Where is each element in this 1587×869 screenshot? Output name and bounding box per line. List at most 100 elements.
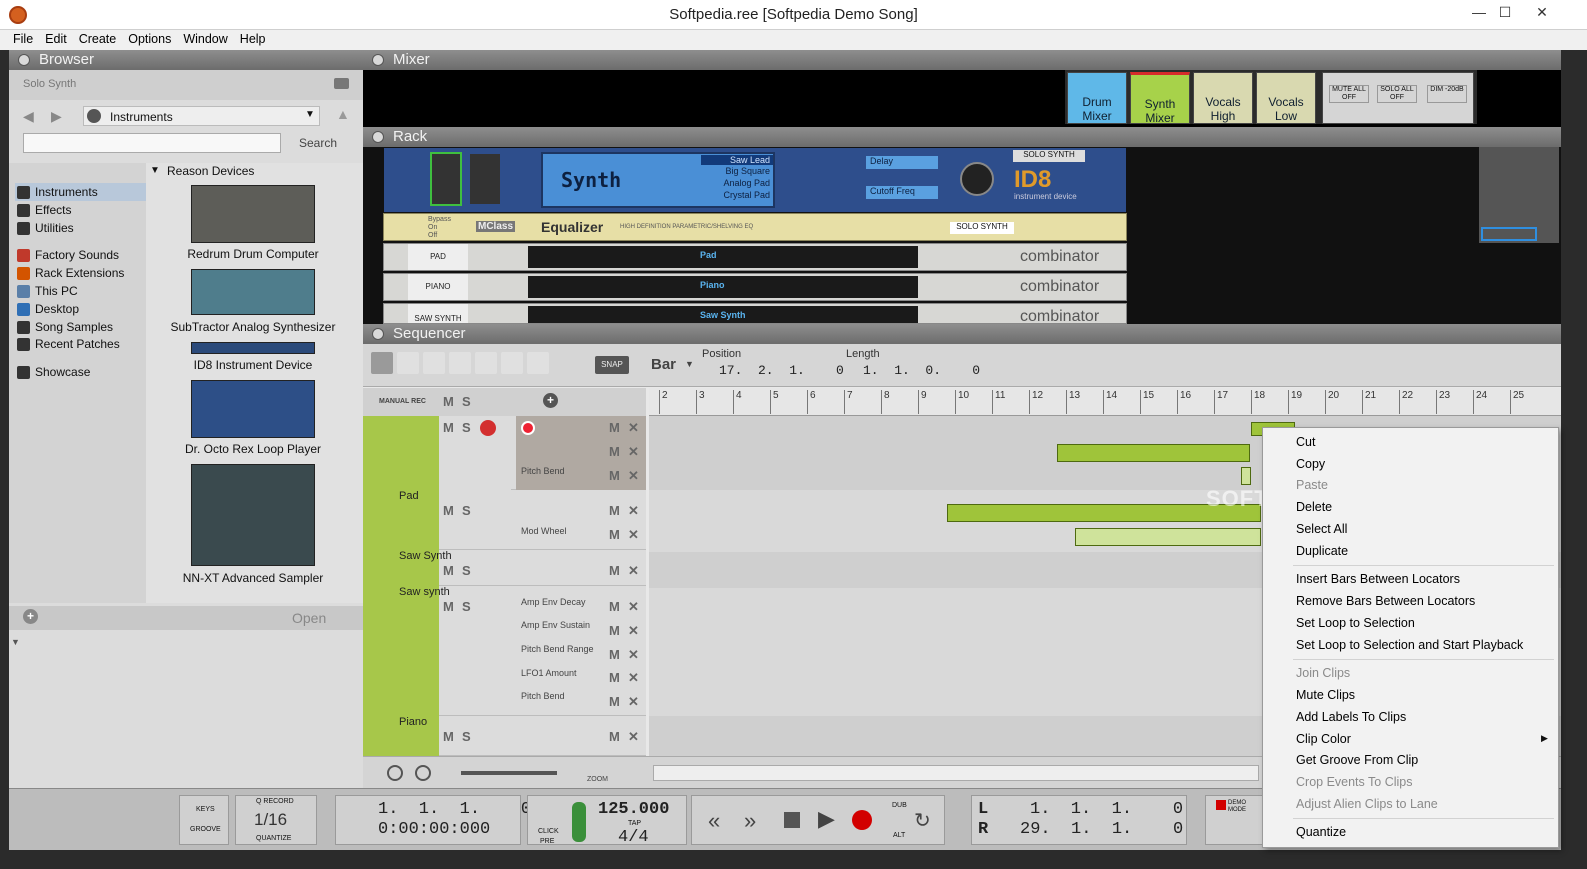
- track-solo[interactable]: S: [462, 503, 471, 518]
- device-subtractor[interactable]: SubTractor Analog Synthesizer: [148, 320, 358, 334]
- maximize-button[interactable]: ☐: [1493, 0, 1517, 26]
- keys-button[interactable]: KEYS: [196, 806, 215, 813]
- delay-param[interactable]: Delay: [866, 156, 938, 169]
- horizontal-scrollbar[interactable]: [653, 765, 1259, 781]
- lane-delete-icon[interactable]: ✕: [628, 599, 639, 615]
- track-name[interactable]: Saw synth: [399, 586, 450, 598]
- lane-mute[interactable]: M: [609, 420, 620, 435]
- menu-item-mute-clips[interactable]: Mute Clips: [1296, 688, 1355, 702]
- lane-delete-icon[interactable]: ✕: [628, 527, 639, 543]
- record-enable-icon[interactable]: [480, 420, 496, 436]
- menu-item-delete[interactable]: Delete: [1296, 500, 1332, 514]
- snap-value-dropdown[interactable]: Bar: [651, 356, 676, 373]
- left-locator-value[interactable]: 1. 1. 1. 0: [1030, 800, 1183, 819]
- combinator-patch[interactable]: Saw Synth: [700, 310, 746, 320]
- solo-header[interactable]: S: [462, 394, 471, 409]
- menu-item-paste[interactable]: Paste: [1296, 478, 1328, 492]
- location-recent-patches[interactable]: Recent Patches: [15, 335, 147, 353]
- alt-button[interactable]: ALT: [893, 832, 905, 839]
- location-showcase[interactable]: Showcase: [15, 363, 147, 381]
- collapse-icon[interactable]: [372, 54, 384, 66]
- q-record-label[interactable]: Q RECORD: [256, 798, 294, 805]
- clip[interactable]: [1075, 528, 1261, 546]
- folder-icon[interactable]: [334, 78, 349, 89]
- menu-item-cut[interactable]: Cut: [1296, 435, 1315, 449]
- open-button[interactable]: Open: [292, 610, 326, 626]
- tempo-value[interactable]: 125.000: [598, 800, 669, 819]
- lane-delete-icon[interactable]: ✕: [628, 563, 639, 579]
- nnxt-thumbnail[interactable]: [191, 464, 315, 566]
- menu-item-set-loop-play[interactable]: Set Loop to Selection and Start Playback: [1296, 638, 1523, 652]
- track-mute[interactable]: M: [443, 503, 454, 518]
- clip[interactable]: [1057, 444, 1250, 462]
- dim-button[interactable]: DIM -20dB: [1427, 85, 1467, 103]
- overview-viewport[interactable]: [1481, 227, 1537, 241]
- patch-item[interactable]: Saw Lead: [701, 155, 773, 165]
- zoom-slider[interactable]: [461, 771, 557, 775]
- click-label[interactable]: CLICK: [538, 828, 559, 835]
- id8-thumbnail[interactable]: [191, 342, 315, 354]
- mixer-channel-vocals-low[interactable]: Vocals Low: [1256, 72, 1316, 124]
- position-value[interactable]: 17. 2. 1. 0: [719, 363, 844, 378]
- lane-mute[interactable]: M: [609, 694, 620, 709]
- close-button[interactable]: ✕: [1519, 0, 1565, 26]
- menu-edit[interactable]: Edit: [39, 30, 73, 46]
- pitch-wheel[interactable]: [430, 152, 462, 206]
- lane-mute[interactable]: M: [609, 670, 620, 685]
- snap-button[interactable]: SNAP: [595, 356, 629, 374]
- track-solo[interactable]: S: [462, 420, 471, 435]
- device-nn-xt[interactable]: NN-XT Advanced Sampler: [148, 571, 358, 585]
- track-mute[interactable]: M: [443, 729, 454, 744]
- lane-delete-icon[interactable]: ✕: [628, 503, 639, 519]
- menu-item-join-clips[interactable]: Join Clips: [1296, 666, 1350, 680]
- lane-delete-icon[interactable]: ✕: [628, 729, 639, 745]
- menu-item-set-loop[interactable]: Set Loop to Selection: [1296, 616, 1415, 630]
- lane-delete-icon[interactable]: ✕: [628, 647, 639, 663]
- lane-mute[interactable]: M: [609, 468, 620, 483]
- location-instruments[interactable]: Instruments: [15, 183, 147, 201]
- bypass-switch[interactable]: Bypass On Off: [428, 216, 451, 240]
- collapse-triangle-icon[interactable]: ▼: [11, 637, 20, 647]
- patch-item[interactable]: Big Square: [701, 166, 773, 176]
- loop-icon[interactable]: ↻: [914, 808, 931, 833]
- tap-button[interactable]: TAP: [628, 820, 641, 827]
- sequencer-header[interactable]: Sequencer: [363, 324, 1561, 344]
- mod-wheel[interactable]: [470, 154, 500, 204]
- hand-tool-icon[interactable]: [527, 352, 549, 374]
- collapse-icon[interactable]: [18, 54, 30, 66]
- volume-knob[interactable]: [960, 162, 994, 196]
- dub-button[interactable]: DUB: [892, 802, 907, 809]
- right-locator-value[interactable]: 29. 1. 1. 0: [1020, 820, 1183, 839]
- stop-icon[interactable]: [784, 812, 800, 828]
- add-icon[interactable]: +: [23, 609, 38, 624]
- device-id8[interactable]: ID8 Instrument Device: [148, 358, 358, 372]
- chevron-down-icon[interactable]: ▼: [685, 359, 694, 369]
- mute-header[interactable]: M: [443, 394, 454, 409]
- patch-item[interactable]: Crystal Pad: [701, 190, 773, 200]
- lane-mute[interactable]: M: [609, 623, 620, 638]
- menu-item-remove-bars[interactable]: Remove Bars Between Locators: [1296, 594, 1475, 608]
- location-this-pc[interactable]: This PC: [15, 282, 147, 300]
- rack-overview[interactable]: [1479, 147, 1559, 243]
- menu-window[interactable]: Window: [177, 30, 233, 46]
- eraser-tool-icon[interactable]: [423, 352, 445, 374]
- lane-delete-icon[interactable]: ✕: [628, 420, 639, 436]
- menu-item-get-groove[interactable]: Get Groove From Clip: [1296, 753, 1418, 767]
- collapse-icon[interactable]: [372, 328, 384, 340]
- combinator-patch[interactable]: Pad: [700, 250, 717, 260]
- track-header-pad[interactable]: Pad M S Mod Wheel M ✕ M ✕: [363, 490, 646, 550]
- lane-mute[interactable]: M: [609, 563, 620, 578]
- mute-tool-icon[interactable]: [475, 352, 497, 374]
- length-value[interactable]: 1. 1. 0. 0: [863, 363, 980, 378]
- menu-item-insert-bars[interactable]: Insert Bars Between Locators: [1296, 572, 1460, 586]
- menu-item-duplicate[interactable]: Duplicate: [1296, 544, 1348, 558]
- redrum-thumbnail[interactable]: [191, 185, 315, 243]
- menu-create[interactable]: Create: [73, 30, 123, 46]
- quantize-value[interactable]: 1/16: [254, 810, 287, 830]
- click-level-slider[interactable]: [572, 802, 586, 842]
- menu-help[interactable]: Help: [234, 30, 272, 46]
- lane-delete-icon[interactable]: ✕: [628, 670, 639, 686]
- record-icon[interactable]: [852, 810, 872, 830]
- menu-item-clip-color[interactable]: Clip Color: [1296, 732, 1351, 746]
- track-name[interactable]: Saw Synth: [399, 550, 452, 562]
